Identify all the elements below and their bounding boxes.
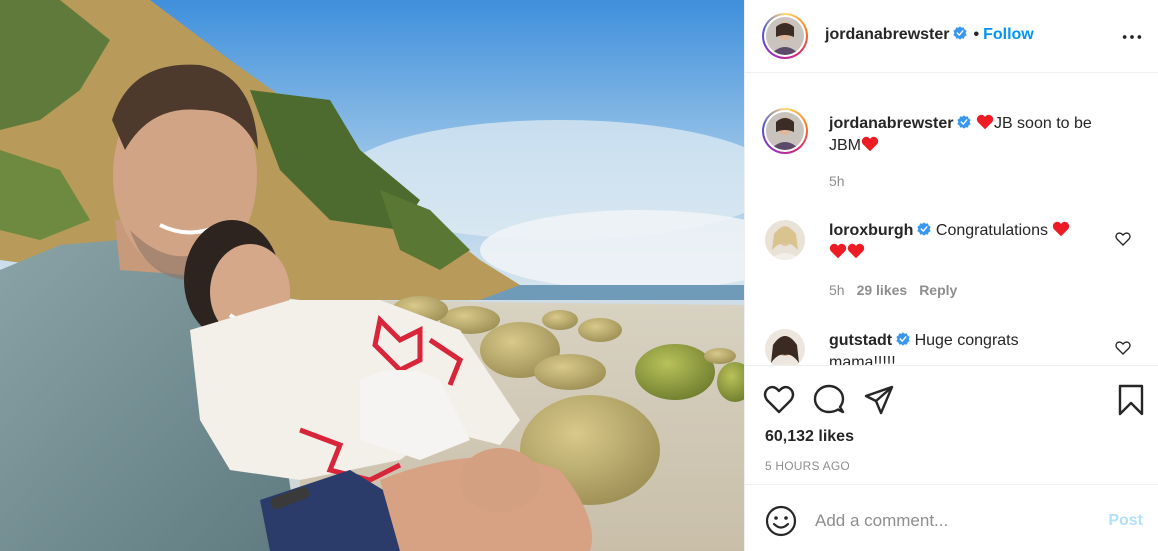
red-heart-emoji <box>829 243 847 259</box>
more-options-icon[interactable] <box>1121 26 1143 48</box>
caption-avatar[interactable] <box>762 108 808 154</box>
comment-likes[interactable]: 29 likes <box>857 282 908 298</box>
verified-badge-icon <box>953 26 968 40</box>
red-heart-emoji <box>861 136 879 152</box>
verified-badge-icon <box>917 222 932 236</box>
heart-icon[interactable] <box>763 384 795 416</box>
comment-input[interactable] <box>815 508 1095 534</box>
red-heart-emoji <box>1053 221 1070 237</box>
comment-like-heart-icon[interactable] <box>1115 340 1131 356</box>
red-heart-emoji <box>847 243 865 259</box>
author-username[interactable]: jordanabrewster <box>825 26 949 43</box>
caption-timestamp[interactable]: 5h <box>829 173 845 189</box>
comment-text: Huge congrats <box>914 332 1019 349</box>
comment-text-line2: mama!!!!! <box>829 354 896 365</box>
post-comment-button[interactable]: Post <box>1108 512 1143 530</box>
reply-button[interactable]: Reply <box>919 282 957 298</box>
author-avatar[interactable] <box>762 13 808 59</box>
commenter-username[interactable]: gutstadt <box>829 332 892 349</box>
comment-timestamp[interactable]: 5h <box>829 282 845 298</box>
share-icon[interactable] <box>863 384 895 416</box>
bookmark-icon[interactable] <box>1115 384 1147 416</box>
post-actions: 60,132 likes 5 HOURS AGO <box>745 365 1158 485</box>
post-side-panel: jordanabrewster • Follow jordanabrewster… <box>744 0 1158 551</box>
caption-username[interactable]: jordanabrewster <box>829 115 953 132</box>
caption-avatar-image <box>766 112 804 150</box>
commenter-avatar[interactable] <box>765 220 805 260</box>
author-avatar-image <box>766 17 804 55</box>
post-photo[interactable] <box>0 0 744 551</box>
post-header: jordanabrewster • Follow <box>745 0 1158 73</box>
commenter-username[interactable]: loroxburgh <box>829 222 913 239</box>
comment-text: Congratulations <box>935 222 1048 239</box>
likes-count[interactable]: 60,132 likes <box>765 428 854 446</box>
comments-list[interactable]: jordanabrewster JB soon to be JBM 5h lor… <box>745 73 1158 365</box>
add-comment-bar: Post <box>745 486 1158 551</box>
post-timestamp[interactable]: 5 HOURS AGO <box>765 459 850 473</box>
caption-text-part2: JBM <box>829 137 861 154</box>
red-heart-emoji <box>976 114 994 130</box>
beach-selfie-image <box>0 0 744 551</box>
separator-dot: • <box>973 26 980 43</box>
verified-badge-icon <box>896 332 910 346</box>
follow-button[interactable]: Follow <box>983 26 1034 43</box>
emoji-icon[interactable] <box>765 505 797 537</box>
verified-badge-icon <box>957 115 972 129</box>
commenter-avatar[interactable] <box>765 329 805 365</box>
comment-like-heart-icon[interactable] <box>1115 231 1131 247</box>
comment-icon[interactable] <box>813 384 845 416</box>
caption-text-part1: JB soon to be <box>993 115 1092 132</box>
